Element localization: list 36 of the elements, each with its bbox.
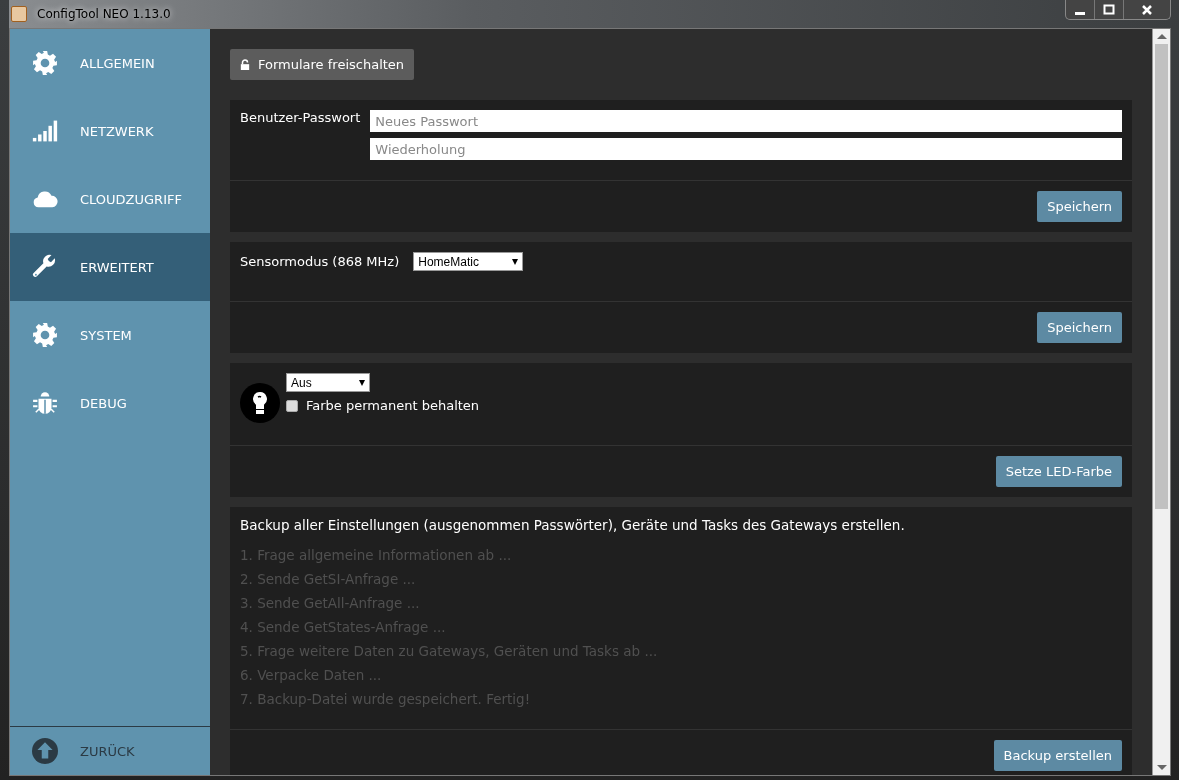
field-label: Sensormodus (868 MHz) [240,254,400,269]
field-label: Benutzer-Passwort [240,110,361,127]
sidebar-item[interactable]: NETZWERK [10,97,210,165]
padlock-icon [240,58,250,71]
wrench-icon [32,254,58,280]
signal-bars-icon [32,118,58,144]
action-button[interactable]: Speichern [1037,191,1122,222]
checkbox[interactable] [286,399,298,412]
mode-dropdown[interactable]: HomeMatic [413,252,524,271]
checkbox-label: Farbe permanent behalten [306,398,480,413]
caret-icon [359,379,365,386]
backup-description: Backup aller Einstellungen (ausgenommen Passwörter), Geräte und Tasks des Gateways erstellen. [240,517,906,533]
sidebar-item[interactable]: CLOUDZUGRIFF [10,165,210,233]
unlock-button[interactable]: Formulare freischalten [230,49,415,80]
bug-icon [32,390,58,416]
scroll-up-icon[interactable] [1156,34,1167,39]
action-button[interactable]: Speichern [1037,312,1122,343]
scroll-down-icon[interactable] [1156,765,1167,770]
sidebar-item[interactable]: DEBUG [10,369,210,437]
sidebar-item[interactable]: ERWEITERT [10,233,210,301]
password-field[interactable]: Neues Passwort [370,110,1122,132]
gear-icon [32,50,58,76]
sidebar-item[interactable]: ALLGEMEIN [10,29,210,97]
window-title: ConfigTool NEO 1.13.0 [36,6,172,23]
sidebar-item[interactable]: SYSTEM [10,301,210,369]
back-button[interactable]: ZURÜCK [10,726,210,775]
caret-icon [512,258,519,265]
light-bulb-icon [240,383,280,423]
gear-icon [32,322,58,348]
password-field[interactable]: Wiederholung [370,138,1122,160]
action-button[interactable]: Backup erstellen [993,740,1122,771]
action-button[interactable]: Setze LED-Farbe [995,456,1122,487]
scrollbar[interactable] [1152,29,1170,775]
scroll-thumb[interactable] [1155,44,1168,510]
app-logo-icon [11,6,27,22]
led-mode-dropdown[interactable]: Aus [286,373,370,392]
